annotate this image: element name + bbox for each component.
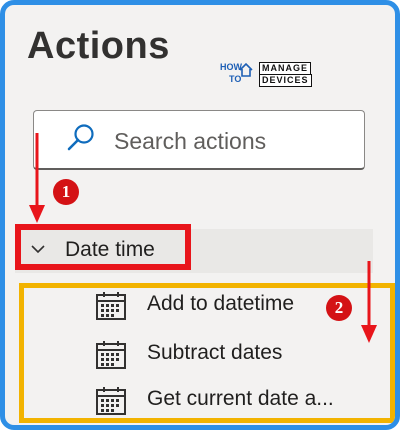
search-icon: [67, 124, 94, 151]
search-input[interactable]: [112, 125, 356, 157]
screenshot-frame: Actions HOW TO MANAGE DEVICES Date time: [0, 0, 400, 430]
watermark-logo: HOW TO MANAGE DEVICES: [217, 60, 325, 90]
step-badge-1: 1: [53, 179, 79, 205]
logo-devices-text: DEVICES: [259, 74, 312, 87]
house-icon: [239, 63, 253, 77]
highlight-box-category: [15, 224, 191, 270]
arrow-down-2-icon: [361, 261, 377, 343]
step-badge-2: 2: [326, 295, 352, 321]
arrow-down-1-icon: [29, 133, 45, 223]
panel-title: Actions: [27, 25, 170, 67]
search-box[interactable]: [33, 110, 365, 170]
